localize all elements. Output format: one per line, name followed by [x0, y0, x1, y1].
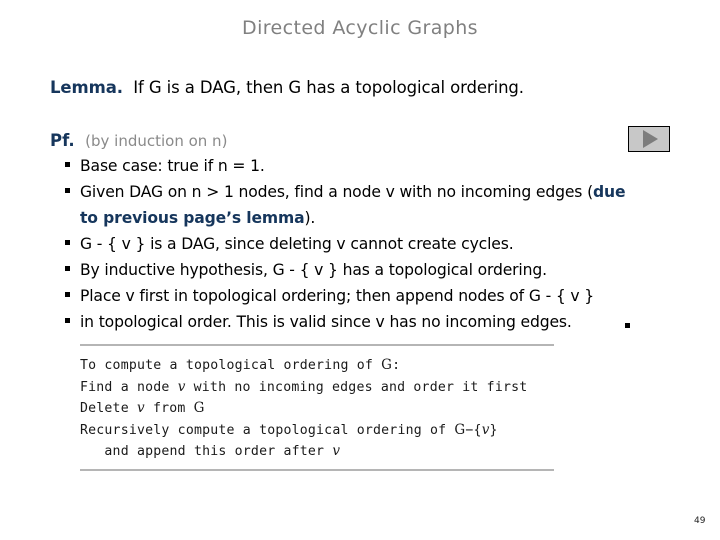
- bullet-square-icon: [65, 292, 70, 297]
- proof-bullet-text: G - { v } is a DAG, since deleting v can…: [80, 231, 514, 257]
- pseudocode-lines: To compute a topological ordering of G: F…: [80, 346, 554, 469]
- proof-bullet-text: Given DAG on n > 1 nodes, find a node v …: [80, 179, 626, 205]
- proof-label: Pf.: [50, 131, 75, 150]
- proof-bullet-text: in topological order. This is valid sinc…: [80, 309, 572, 335]
- slide-page-number: 49: [694, 516, 706, 526]
- proof-bullet-segment: in topological order. This is valid sinc…: [80, 313, 572, 331]
- advance-animation-button[interactable]: [628, 126, 670, 152]
- pseudocode-line: and append this order after v: [80, 443, 341, 459]
- proof-bullet-text: Base case: true if n = 1.: [80, 153, 265, 179]
- proof-bullet-segment: to previous page’s lemma: [80, 209, 305, 227]
- proof-bullet-row: By inductive hypothesis, G - { v } has a…: [0, 257, 720, 283]
- proof-bullet-segment: By inductive hypothesis, G - { v } has a…: [80, 261, 547, 279]
- proof-bullet-row: in topological order. This is valid sinc…: [0, 309, 720, 335]
- bullet-square-icon: [65, 162, 70, 167]
- proof-bullet-text: Place v first in topological ordering; t…: [80, 283, 594, 309]
- pseudocode-line: Delete v from G: [80, 400, 205, 416]
- proof-bullet-row: to previous page’s lemma).: [0, 205, 720, 231]
- proof-bullet-row: Base case: true if n = 1.: [0, 153, 720, 179]
- pseudocode-line: To compute a topological ordering of G:: [80, 357, 401, 373]
- proof-bullet-segment: Given DAG on n > 1 nodes, find a node v …: [80, 183, 594, 201]
- slide-canvas: Directed Acyclic Graphs Lemma. If G is a…: [0, 0, 720, 540]
- figure-bottom-rule: [80, 468, 554, 471]
- proof-bullet-row: Given DAG on n > 1 nodes, find a node v …: [0, 179, 720, 205]
- proof-note: (by induction on n): [85, 132, 228, 150]
- pseudocode-line: Find a node v with no incoming edges and…: [80, 378, 528, 395]
- proof-bullet-segment: due: [593, 183, 626, 201]
- proof-bullet-row: Place v first in topological ordering; t…: [0, 283, 720, 309]
- bullet-square-icon: [65, 318, 70, 323]
- proof-bullet-row: G - { v } is a DAG, since deleting v can…: [0, 231, 720, 257]
- bullet-square-icon: [65, 188, 70, 193]
- play-triangle-icon: [643, 130, 658, 148]
- trailing-bullet-square-icon: [625, 323, 630, 328]
- pseudocode-line: Recursively compute a topological orderi…: [80, 421, 498, 438]
- lemma-text: If G is a DAG, then G has a topological …: [133, 78, 524, 97]
- proof-bullet-segment: ).: [304, 209, 316, 227]
- proof-bullet-segment: G - { v } is a DAG, since deleting v can…: [80, 235, 514, 253]
- lemma-label: Lemma.: [50, 78, 123, 97]
- page-title: Directed Acyclic Graphs: [242, 17, 478, 39]
- proof-bullet-text: By inductive hypothesis, G - { v } has a…: [80, 257, 547, 283]
- pseudocode-figure: To compute a topological ordering of G: F…: [80, 344, 554, 471]
- proof-bullet-segment: Base case: true if n = 1.: [80, 157, 265, 175]
- proof-bullet-list: Base case: true if n = 1. Given DAG on n …: [0, 153, 720, 335]
- bullet-square-icon: [65, 240, 70, 245]
- proof-bullet-segment: Place v first in topological ordering; t…: [80, 287, 595, 305]
- bullet-square-icon: [65, 266, 70, 271]
- proof-heading: Pf. (by induction on n): [50, 131, 227, 150]
- proof-bullet-text: to previous page’s lemma).: [80, 205, 315, 231]
- lemma-statement-line: Lemma. If G is a DAG, then G has a topol…: [50, 78, 524, 97]
